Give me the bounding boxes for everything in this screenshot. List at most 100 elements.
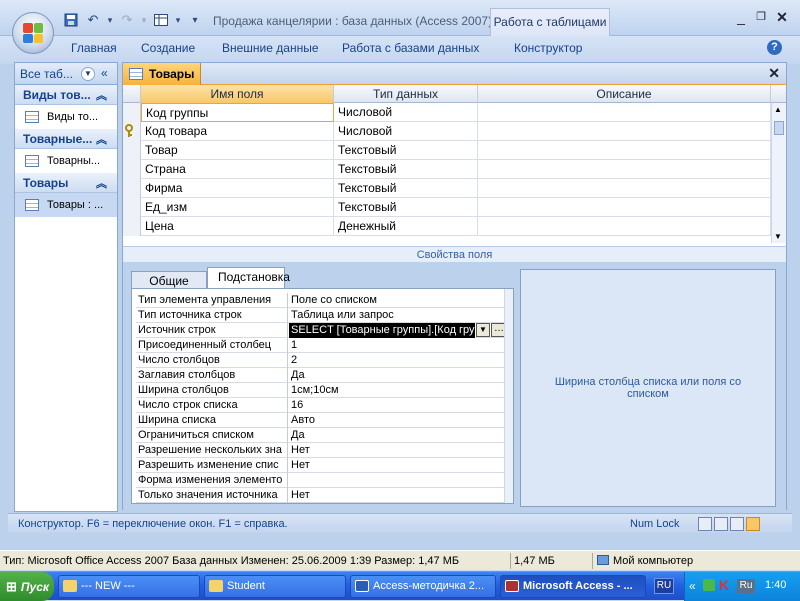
scroll-thumb[interactable] [774, 121, 784, 135]
property-row[interactable]: Ограничиться списком Да [136, 428, 508, 443]
property-row[interactable]: Тип источника строк Таблица или запрос [136, 308, 508, 323]
nav-item-product-groups-table[interactable]: Товарны... [15, 149, 117, 173]
property-value[interactable]: Авто [289, 413, 508, 428]
row-source-input[interactable]: SELECT [Товарные группы].[Код гру [289, 323, 475, 338]
table-row[interactable]: Страна Текстовый [123, 160, 771, 179]
property-value[interactable]: 1 [289, 338, 508, 353]
data-type-cell[interactable]: Денежный [334, 217, 478, 236]
property-value[interactable]: Таблица или запрос [289, 308, 508, 323]
undo-dropdown-icon[interactable]: ▾ [106, 11, 114, 29]
restore-icon[interactable]: ❐ [752, 8, 770, 26]
property-value[interactable]: 2 [289, 353, 508, 368]
field-name-cell[interactable]: Код товара [141, 122, 334, 141]
tab-lookup[interactable]: Подстановка [207, 267, 290, 289]
property-value[interactable]: 16 [289, 398, 508, 413]
table-row[interactable]: Код группы Числовой [123, 103, 771, 122]
close-icon[interactable]: ✕ [773, 8, 791, 26]
tab-create[interactable]: Создание [141, 41, 195, 55]
description-cell[interactable] [478, 198, 771, 217]
description-cell[interactable] [478, 217, 771, 236]
field-name-cell[interactable]: Цена [141, 217, 334, 236]
property-value[interactable]: Нет [289, 458, 508, 473]
nav-pane-header[interactable]: Все таб... ▼ « [15, 63, 117, 85]
network-icon[interactable] [703, 579, 715, 591]
show-hidden-icons[interactable]: « [689, 579, 696, 593]
tab-design[interactable]: Конструктор [514, 41, 582, 55]
tab-home[interactable]: Главная [71, 41, 117, 55]
description-cell[interactable] [478, 160, 771, 179]
keyboard-layout-indicator[interactable]: Ru [737, 579, 755, 593]
description-cell[interactable] [478, 122, 771, 141]
redo-dropdown-icon[interactable]: ▾ [140, 11, 148, 29]
property-row[interactable]: Только значения источника Нет [136, 488, 508, 503]
task-student-folder[interactable]: Student [204, 575, 346, 598]
tab-external-data[interactable]: Внешние данные [222, 41, 319, 55]
pivot-chart-view-icon[interactable] [730, 517, 744, 531]
row-selector[interactable] [123, 122, 141, 141]
row-selector[interactable] [123, 141, 141, 160]
task-word-document[interactable]: Access-методичка 2... [350, 575, 496, 598]
scroll-down-icon[interactable]: ▼ [774, 232, 782, 241]
help-icon[interactable]: ? [767, 40, 782, 55]
save-icon[interactable] [62, 11, 80, 29]
field-name-cell[interactable]: Товар [141, 141, 334, 160]
minimize-icon[interactable]: _ [732, 8, 750, 26]
property-row[interactable]: Ширина списка Авто [136, 413, 508, 428]
property-row[interactable]: Разрешение нескольких зна Нет [136, 443, 508, 458]
nav-collapse-icon[interactable]: « [101, 66, 108, 80]
property-value[interactable]: Нет [289, 443, 508, 458]
description-cell[interactable] [478, 103, 771, 122]
property-value[interactable]: 1см;10см [289, 383, 508, 398]
row-selector[interactable] [123, 179, 141, 198]
data-type-cell[interactable]: Числовой [334, 103, 478, 122]
nav-group-products[interactable]: Товары ︽ [15, 173, 117, 193]
antivirus-icon[interactable]: K [719, 577, 729, 593]
column-header-description[interactable]: Описание [478, 85, 771, 103]
property-row[interactable]: Форма изменения элементо [136, 473, 508, 488]
customize-qat-icon[interactable]: ▾ [186, 11, 204, 29]
property-value[interactable] [289, 473, 508, 488]
tab-products[interactable]: Товары [123, 63, 201, 85]
property-row[interactable]: Разрешить изменение спис Нет [136, 458, 508, 473]
property-row[interactable]: Тип элемента управления Поле со списком [136, 293, 508, 308]
row-selector[interactable] [123, 103, 141, 122]
clock[interactable]: 1:40 [765, 579, 786, 591]
table-row[interactable]: Цена Денежный [123, 217, 771, 236]
property-row[interactable]: Число столбцов 2 [136, 353, 508, 368]
property-value[interactable]: Нет [289, 488, 508, 503]
redo-icon[interactable]: ↷ [118, 11, 136, 29]
field-name-cell[interactable]: Фирма [141, 179, 334, 198]
table-row[interactable]: Код товара Числовой [123, 122, 771, 141]
description-cell[interactable] [478, 141, 771, 160]
task-microsoft-access[interactable]: Microsoft Access - ... [500, 575, 646, 598]
column-header-data-type[interactable]: Тип данных [334, 85, 478, 103]
property-row[interactable]: Ширина столбцов 1см;10см [136, 383, 508, 398]
field-name-cell[interactable]: Код группы [141, 103, 334, 122]
field-name-cell[interactable]: Страна [141, 160, 334, 179]
view-dropdown-icon[interactable]: ▾ [174, 11, 182, 29]
view-icon[interactable] [152, 11, 170, 29]
dropdown-arrow-icon[interactable]: ▼ [476, 323, 490, 337]
data-type-cell[interactable]: Текстовый [334, 160, 478, 179]
table-row[interactable]: Фирма Текстовый [123, 179, 771, 198]
row-selector[interactable] [123, 217, 141, 236]
undo-icon[interactable]: ↶ [84, 11, 102, 29]
data-type-cell[interactable]: Текстовый [334, 198, 478, 217]
data-type-cell[interactable]: Числовой [334, 122, 478, 141]
property-sheet-scrollbar[interactable] [504, 289, 513, 503]
scroll-up-icon[interactable]: ▲ [774, 105, 782, 114]
office-button[interactable] [12, 12, 54, 54]
tab-database-tools[interactable]: Работа с базами данных [342, 41, 479, 55]
field-name-cell[interactable]: Ед_изм [141, 198, 334, 217]
table-row[interactable]: Ед_изм Текстовый [123, 198, 771, 217]
table-row[interactable]: Товар Текстовый [123, 141, 771, 160]
property-row[interactable]: Заглавия столбцов Да [136, 368, 508, 383]
nav-group-types[interactable]: Виды тов... ︽ [15, 85, 117, 105]
start-button[interactable]: ⊞ Пуск [0, 572, 54, 601]
description-cell[interactable] [478, 179, 771, 198]
design-view-icon[interactable] [746, 517, 760, 531]
language-indicator[interactable]: RU [654, 578, 674, 594]
pivot-table-view-icon[interactable] [714, 517, 728, 531]
data-type-cell[interactable]: Текстовый [334, 179, 478, 198]
property-row[interactable]: Число строк списка 16 [136, 398, 508, 413]
